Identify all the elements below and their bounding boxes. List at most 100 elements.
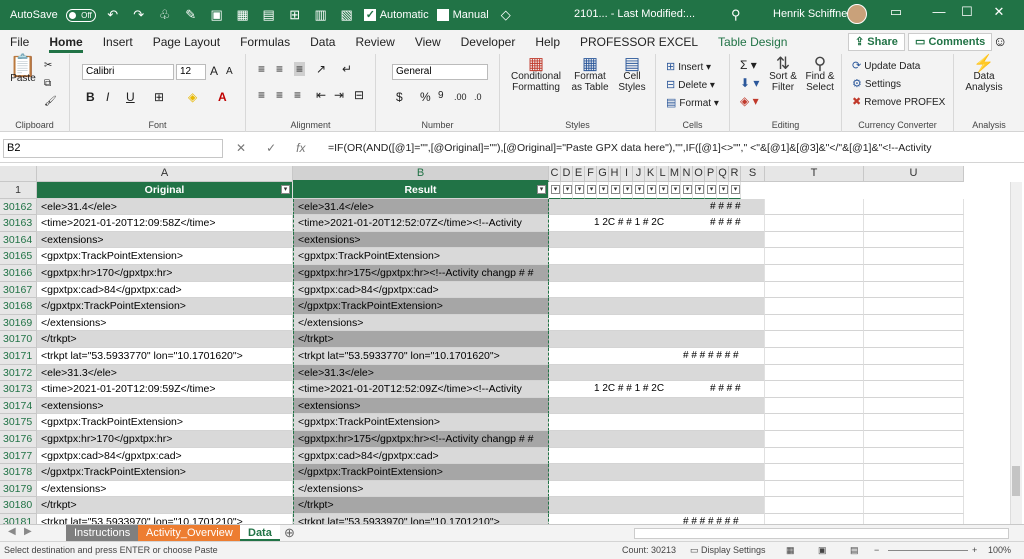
- cell-u[interactable]: [864, 281, 964, 299]
- cell-result[interactable]: <time>2021-01-20T12:52:09Z</time><!--Act…: [293, 381, 549, 398]
- cell-result[interactable]: <gpxtpx:cad>84</gpxtpx:cad>: [293, 447, 549, 465]
- filter-dropdown-icon[interactable]: ▾: [551, 185, 560, 194]
- cell-u[interactable]: [864, 314, 964, 332]
- orientation-icon[interactable]: ↗: [316, 62, 326, 76]
- cell-extra-area[interactable]: [549, 331, 765, 348]
- filter-dropdown-icon[interactable]: ▾: [537, 185, 546, 194]
- sort-filter-button[interactable]: ⇅ Sort & Filter: [766, 55, 800, 93]
- row-header[interactable]: 30176: [0, 431, 37, 448]
- cell-t[interactable]: [765, 381, 864, 398]
- cell-extra-area[interactable]: [549, 397, 765, 415]
- cell-extra-area[interactable]: [549, 447, 765, 465]
- decrease-indent-icon[interactable]: ⇤: [316, 88, 326, 102]
- avatar[interactable]: [847, 4, 867, 24]
- cell-extra-area[interactable]: [549, 364, 765, 382]
- cell-t[interactable]: [765, 464, 864, 481]
- filter-dropdown-icon[interactable]: ▾: [731, 185, 740, 194]
- row-header[interactable]: 30175: [0, 414, 37, 431]
- filter-dropdown-icon[interactable]: ▾: [683, 185, 692, 194]
- cell-u[interactable]: [864, 348, 964, 365]
- tab-review[interactable]: Review: [345, 30, 404, 54]
- manual-checkbox[interactable]: [436, 9, 449, 21]
- column-header-j[interactable]: J: [633, 166, 645, 182]
- ribbon-display-icon[interactable]: ▭: [885, 4, 907, 20]
- cell-u[interactable]: [864, 464, 964, 481]
- percent-icon[interactable]: %: [420, 90, 431, 104]
- cell-extra-area[interactable]: [549, 248, 765, 265]
- autosum-icon[interactable]: Σ ▾: [740, 58, 757, 72]
- filter-dropdown-icon[interactable]: ▾: [695, 185, 704, 194]
- cell-result[interactable]: </gpxtpx:TrackPointExtension>: [293, 298, 549, 315]
- cell-original[interactable]: <gpxtpx:hr>170</gpxtpx:hr>: [37, 265, 293, 282]
- table-icon[interactable]: ▦: [234, 6, 252, 24]
- cell-u[interactable]: [864, 298, 964, 315]
- scroll-thumb[interactable]: [1012, 466, 1020, 496]
- zoom-in-icon[interactable]: +: [972, 542, 977, 559]
- cell-t[interactable]: [765, 497, 864, 514]
- filter-dropdown-icon[interactable]: ▾: [635, 185, 644, 194]
- delete-button[interactable]: ⊟ Delete ▾: [666, 78, 715, 91]
- cell-result[interactable]: <gpxtpx:hr>175</gpxtpx:hr><!--Activity c…: [293, 265, 549, 282]
- sheet-tab-data[interactable]: Data: [240, 525, 280, 541]
- cell-t[interactable]: [765, 265, 864, 282]
- data-analysis-button[interactable]: ⚡ Data Analysis: [962, 55, 1006, 93]
- insert-button[interactable]: ⊞ Insert ▾: [666, 60, 711, 73]
- font-size-box[interactable]: 12: [176, 64, 206, 80]
- column-header-g[interactable]: G: [597, 166, 609, 182]
- cell-u[interactable]: [864, 431, 964, 448]
- fx-icon[interactable]: fx: [296, 141, 305, 155]
- filter-dropdown-icon[interactable]: ▾: [563, 185, 572, 194]
- comma-icon[interactable]: 9: [438, 90, 444, 101]
- cell-u[interactable]: [864, 364, 964, 382]
- column-header-b[interactable]: B: [293, 166, 549, 182]
- cell-result[interactable]: </extensions>: [293, 314, 549, 332]
- cell-t[interactable]: [765, 281, 864, 299]
- font-color-icon[interactable]: A: [218, 90, 227, 104]
- cancel-icon[interactable]: ✕: [236, 141, 246, 155]
- column-header-h[interactable]: H: [609, 166, 621, 182]
- filter-dropdown-icon[interactable]: ▾: [587, 185, 596, 194]
- cell-result[interactable]: <trkpt lat="53.5933970" lon="10.1701210"…: [293, 514, 549, 524]
- tab-developer[interactable]: Developer: [451, 30, 526, 54]
- cell-t[interactable]: [765, 431, 864, 448]
- underline-icon[interactable]: U: [126, 90, 135, 104]
- automatic-option[interactable]: Automatic: [363, 8, 429, 21]
- filter-dropdown-icon[interactable]: ▾: [719, 185, 728, 194]
- formula-input[interactable]: =IF(OR(AND([@1]="",[@Original]=""),[@Ori…: [328, 142, 1018, 154]
- font-grow-icon[interactable]: A: [210, 64, 218, 78]
- cell-original[interactable]: <extensions>: [37, 397, 293, 415]
- cell-t[interactable]: [765, 248, 864, 265]
- row-header[interactable]: 1: [0, 182, 37, 199]
- row-header[interactable]: 30172: [0, 364, 37, 382]
- column-header-e[interactable]: E: [573, 166, 585, 182]
- filter-dropdown-icon[interactable]: ▾: [611, 185, 620, 194]
- cell-u[interactable]: [864, 248, 964, 265]
- cell-original[interactable]: </extensions>: [37, 480, 293, 498]
- cell-u[interactable]: [864, 480, 964, 498]
- column-header-d[interactable]: D: [561, 166, 573, 182]
- bold-icon[interactable]: B: [86, 90, 95, 104]
- align-top-icon[interactable]: ≡: [258, 62, 265, 76]
- smiley-icon[interactable]: ☺: [993, 33, 1007, 49]
- column-header-l[interactable]: L: [657, 166, 669, 182]
- cell-t[interactable]: [765, 198, 864, 216]
- column-header-k[interactable]: K: [645, 166, 657, 182]
- row-header[interactable]: 30180: [0, 497, 37, 514]
- cell-original[interactable]: <trkpt lat="53.5933970" lon="10.1701210"…: [37, 514, 293, 524]
- page-break-icon[interactable]: ▤: [850, 542, 859, 559]
- column-header-q[interactable]: Q: [717, 166, 729, 182]
- add-sheet-icon[interactable]: ⊕: [284, 525, 295, 541]
- automatic-checkbox[interactable]: [363, 8, 376, 21]
- tab-formulas[interactable]: Formulas: [230, 30, 300, 54]
- cell-original[interactable]: </extensions>: [37, 314, 293, 332]
- cell-original[interactable]: </trkpt>: [37, 331, 293, 348]
- row-header[interactable]: 30167: [0, 281, 37, 299]
- cell-result[interactable]: <extensions>: [293, 231, 549, 249]
- cell-result[interactable]: <extensions>: [293, 397, 549, 415]
- filter-dropdown-icon[interactable]: ▾: [659, 185, 668, 194]
- align-right-icon[interactable]: ≡: [294, 88, 301, 102]
- filter-dropdown-icon[interactable]: ▾: [671, 185, 680, 194]
- find-select-button[interactable]: ⚲ Find & Select: [802, 55, 838, 93]
- column-header-i[interactable]: I: [621, 166, 633, 182]
- cell-result[interactable]: <gpxtpx:TrackPointExtension>: [293, 414, 549, 431]
